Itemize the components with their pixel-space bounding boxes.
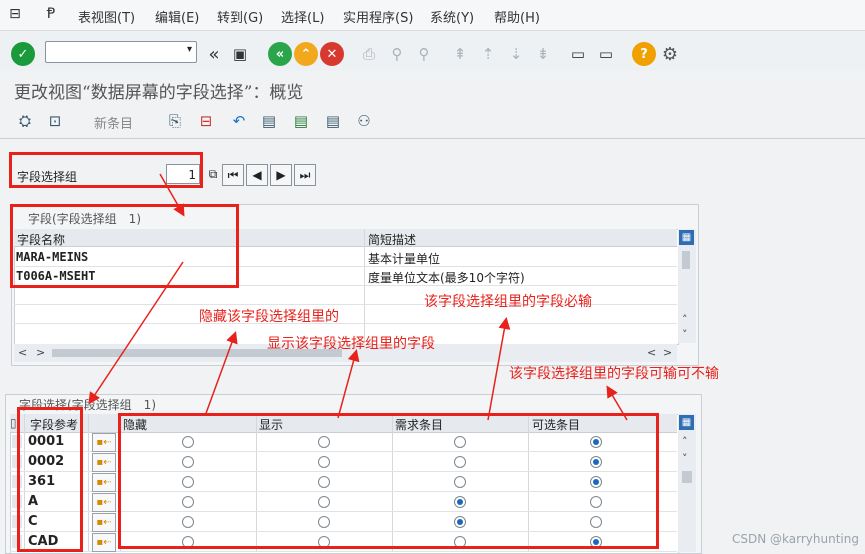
annotation-show: 显示该字段选择组里的字段 xyxy=(267,336,435,352)
annotation-optional: 该字段选择组里的字段可输可不输 xyxy=(509,366,719,382)
annotation-hide: 隐藏该字段选择组里的 xyxy=(199,309,339,325)
annotation-arrows xyxy=(88,173,628,421)
watermark: CSDN @karryhunting xyxy=(732,532,859,546)
annotation-required: 该字段选择组里的字段必输 xyxy=(424,294,592,310)
